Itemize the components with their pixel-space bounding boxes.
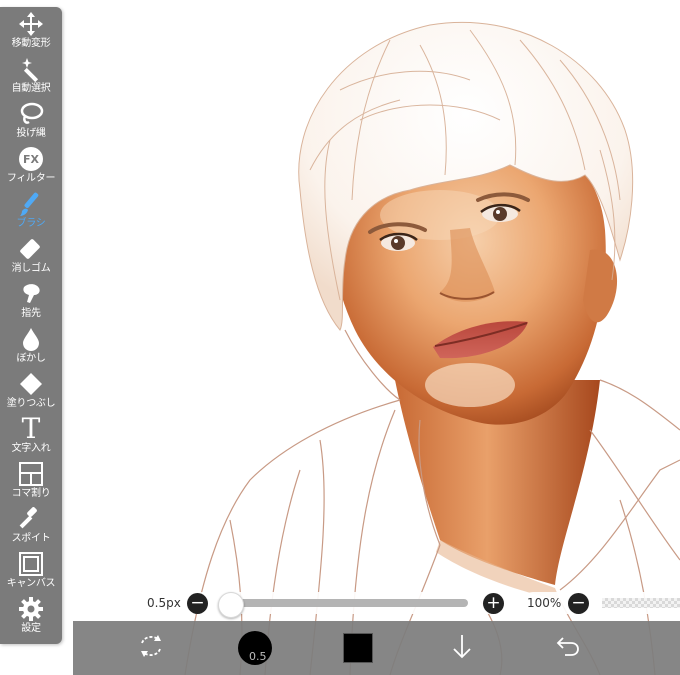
color-swatch-icon bbox=[343, 633, 373, 663]
canvas-icon bbox=[16, 550, 46, 578]
layer-down-button[interactable] bbox=[440, 621, 484, 675]
drawing-canvas[interactable] bbox=[0, 0, 680, 675]
brush-size-button[interactable]: 0.5 bbox=[233, 621, 277, 675]
tool-label: コマ割り bbox=[11, 488, 51, 499]
transform-button[interactable] bbox=[129, 621, 173, 675]
portrait-artwork bbox=[184, 21, 680, 675]
tool-label: 設定 bbox=[21, 623, 41, 634]
tool-eraser[interactable]: 消しゴム bbox=[0, 235, 62, 280]
size-increase-button[interactable]: + bbox=[483, 593, 504, 614]
opacity-slider[interactable] bbox=[602, 598, 680, 608]
color-picker-button[interactable] bbox=[336, 621, 380, 675]
tool-brush[interactable]: ブラシ bbox=[0, 190, 62, 235]
fx-icon: FX bbox=[16, 145, 46, 173]
tool-move-transform[interactable]: 移動変形 bbox=[0, 10, 62, 55]
bottom-toolbar: 0.5 bbox=[73, 621, 680, 675]
brush-slider-row: 0.5px − + 100% − bbox=[0, 590, 680, 618]
tool-label: キャンバス bbox=[6, 578, 56, 589]
tool-fill[interactable]: 塗りつぶし bbox=[0, 370, 62, 415]
tool-canvas[interactable]: キャンバス bbox=[0, 550, 62, 595]
tool-label: 指先 bbox=[21, 308, 41, 319]
eraser-icon bbox=[16, 235, 46, 263]
tool-filter[interactable]: FX フィルター bbox=[0, 145, 62, 190]
brush-size-value: 0.5 bbox=[249, 650, 267, 663]
size-decrease-button[interactable]: − bbox=[187, 593, 208, 614]
minus-icon: − bbox=[571, 593, 586, 613]
brush-size-label: 0.5px bbox=[147, 596, 181, 610]
bucket-icon bbox=[16, 370, 46, 398]
brush-size-slider[interactable] bbox=[228, 599, 468, 607]
tool-label: スポイト bbox=[11, 533, 51, 544]
tool-lasso[interactable]: 投げ縄 bbox=[0, 100, 62, 145]
lasso-icon bbox=[16, 100, 46, 128]
blur-drop-icon bbox=[16, 325, 46, 353]
tool-label: 塗りつぶし bbox=[6, 398, 56, 409]
tool-eyedropper[interactable]: スポイト bbox=[0, 505, 62, 550]
eyedropper-icon bbox=[16, 505, 46, 533]
opacity-label: 100% bbox=[527, 596, 562, 610]
undo-icon bbox=[553, 633, 581, 663]
tool-label: 消しゴム bbox=[11, 263, 51, 274]
tool-finger[interactable]: 指先 bbox=[0, 280, 62, 325]
tool-label: ブラシ bbox=[16, 218, 46, 229]
tool-label: 文字入れ bbox=[11, 443, 51, 454]
transform-arrows-icon bbox=[136, 631, 166, 665]
plus-icon: + bbox=[486, 593, 501, 613]
tool-label: ぼかし bbox=[16, 353, 46, 364]
brush-size-icon: 0.5 bbox=[238, 631, 272, 665]
tool-frame-divider[interactable]: コマ割り bbox=[0, 460, 62, 505]
tool-palette: 移動変形 自動選択 投げ縄 FX フィルター ブラシ 消しゴム 指先 ぼかし 塗… bbox=[0, 7, 62, 644]
magic-wand-icon bbox=[16, 55, 46, 83]
minus-icon: − bbox=[190, 593, 205, 613]
tool-label: 移動変形 bbox=[11, 38, 51, 49]
brush-icon bbox=[16, 190, 46, 218]
tool-text[interactable]: T 文字入れ bbox=[0, 415, 62, 460]
tool-label: フィルター bbox=[6, 173, 56, 184]
move-icon bbox=[16, 10, 46, 38]
finger-icon bbox=[16, 280, 46, 308]
text-icon: T bbox=[21, 412, 41, 445]
arrow-down-icon bbox=[449, 631, 475, 665]
brush-size-slider-handle[interactable] bbox=[218, 592, 244, 618]
tool-label: 自動選択 bbox=[11, 83, 51, 94]
opacity-decrease-button[interactable]: − bbox=[568, 593, 589, 614]
frame-divider-icon bbox=[16, 460, 46, 488]
tool-blur[interactable]: ぼかし bbox=[0, 325, 62, 370]
tool-auto-select[interactable]: 自動選択 bbox=[0, 55, 62, 100]
undo-button[interactable] bbox=[545, 621, 589, 675]
tool-label: 投げ縄 bbox=[16, 128, 46, 139]
